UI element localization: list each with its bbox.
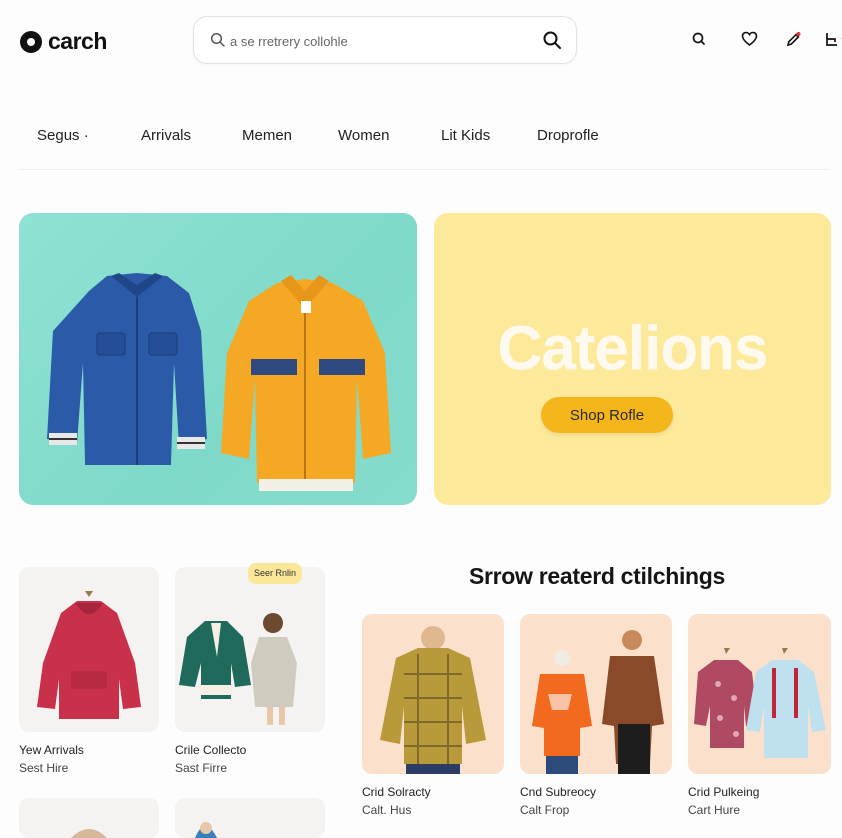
product-title: Crid Solracty — [362, 785, 431, 799]
plaid-jacket-image — [380, 626, 486, 774]
hero-title: Catelions — [497, 314, 768, 383]
product-title: Crid Pulkeing — [688, 785, 760, 799]
nav-item-men[interactable]: Memen — [242, 127, 292, 144]
card-subtitle: Sast Firre — [175, 761, 228, 775]
section-title: Srrow reaterd ctilchings — [468, 563, 726, 589]
card-title: Yew Arrivals — [19, 743, 84, 757]
category-card-collection[interactable] — [175, 567, 325, 732]
search-bar — [193, 16, 577, 64]
search-submit-icon[interactable] — [542, 30, 562, 50]
category-card-partial[interactable] — [19, 798, 159, 838]
promo-badge: Seer Rnlin — [248, 563, 302, 584]
hero-image-banner[interactable] — [19, 213, 417, 505]
product-card[interactable] — [362, 614, 504, 774]
edit-icon[interactable] — [784, 30, 802, 48]
hoodie-image — [37, 591, 141, 719]
category-card-new-arrivals[interactable] — [19, 567, 159, 732]
cardigan-dress-image — [179, 613, 297, 725]
account-icon[interactable] — [690, 30, 708, 48]
nav-item-droprofle[interactable]: Droprofle — [537, 127, 599, 144]
header-actions — [690, 30, 842, 48]
nav-item-women[interactable]: Women — [338, 127, 389, 144]
shirts-image — [694, 648, 826, 758]
card-title: Crile Collecto — [175, 743, 247, 757]
logo-text: carch — [48, 28, 107, 54]
product-card[interactable] — [688, 614, 831, 774]
hero-promo-panel: Catelions Shop Rofle — [434, 213, 831, 505]
product-card[interactable] — [520, 614, 672, 774]
category-card-partial[interactable] — [175, 798, 325, 838]
product-subtitle: Calt Frop — [520, 803, 570, 817]
product-image-partial — [71, 829, 107, 838]
product-subtitle: Cart Hure — [688, 803, 741, 817]
product-title: Cnd Subreocy — [520, 785, 597, 799]
product-subtitle: Calt. Hus — [362, 803, 412, 817]
nav-item-segus[interactable]: Segus · — [37, 127, 89, 144]
sweatshirt-image — [532, 630, 664, 774]
hero-jackets-image — [47, 273, 391, 491]
header: carch — [0, 0, 842, 80]
logo[interactable]: carch — [20, 28, 107, 55]
search-input[interactable] — [230, 29, 530, 53]
product-image-partial — [195, 822, 217, 838]
nav-divider — [18, 169, 830, 170]
logo-icon — [20, 30, 42, 53]
shop-button[interactable]: Shop Rofle — [541, 397, 673, 433]
cart-icon[interactable] — [824, 30, 842, 48]
main-nav: Segus · Arrivals Memen Women Lit Kids Dr… — [0, 110, 842, 170]
nav-item-arrivals[interactable]: Arrivals — [141, 127, 191, 144]
search-icon — [210, 32, 225, 47]
heart-icon[interactable] — [740, 30, 758, 48]
nav-item-kids[interactable]: Lit Kids — [441, 127, 490, 144]
card-subtitle: Sest Hire — [19, 761, 69, 775]
